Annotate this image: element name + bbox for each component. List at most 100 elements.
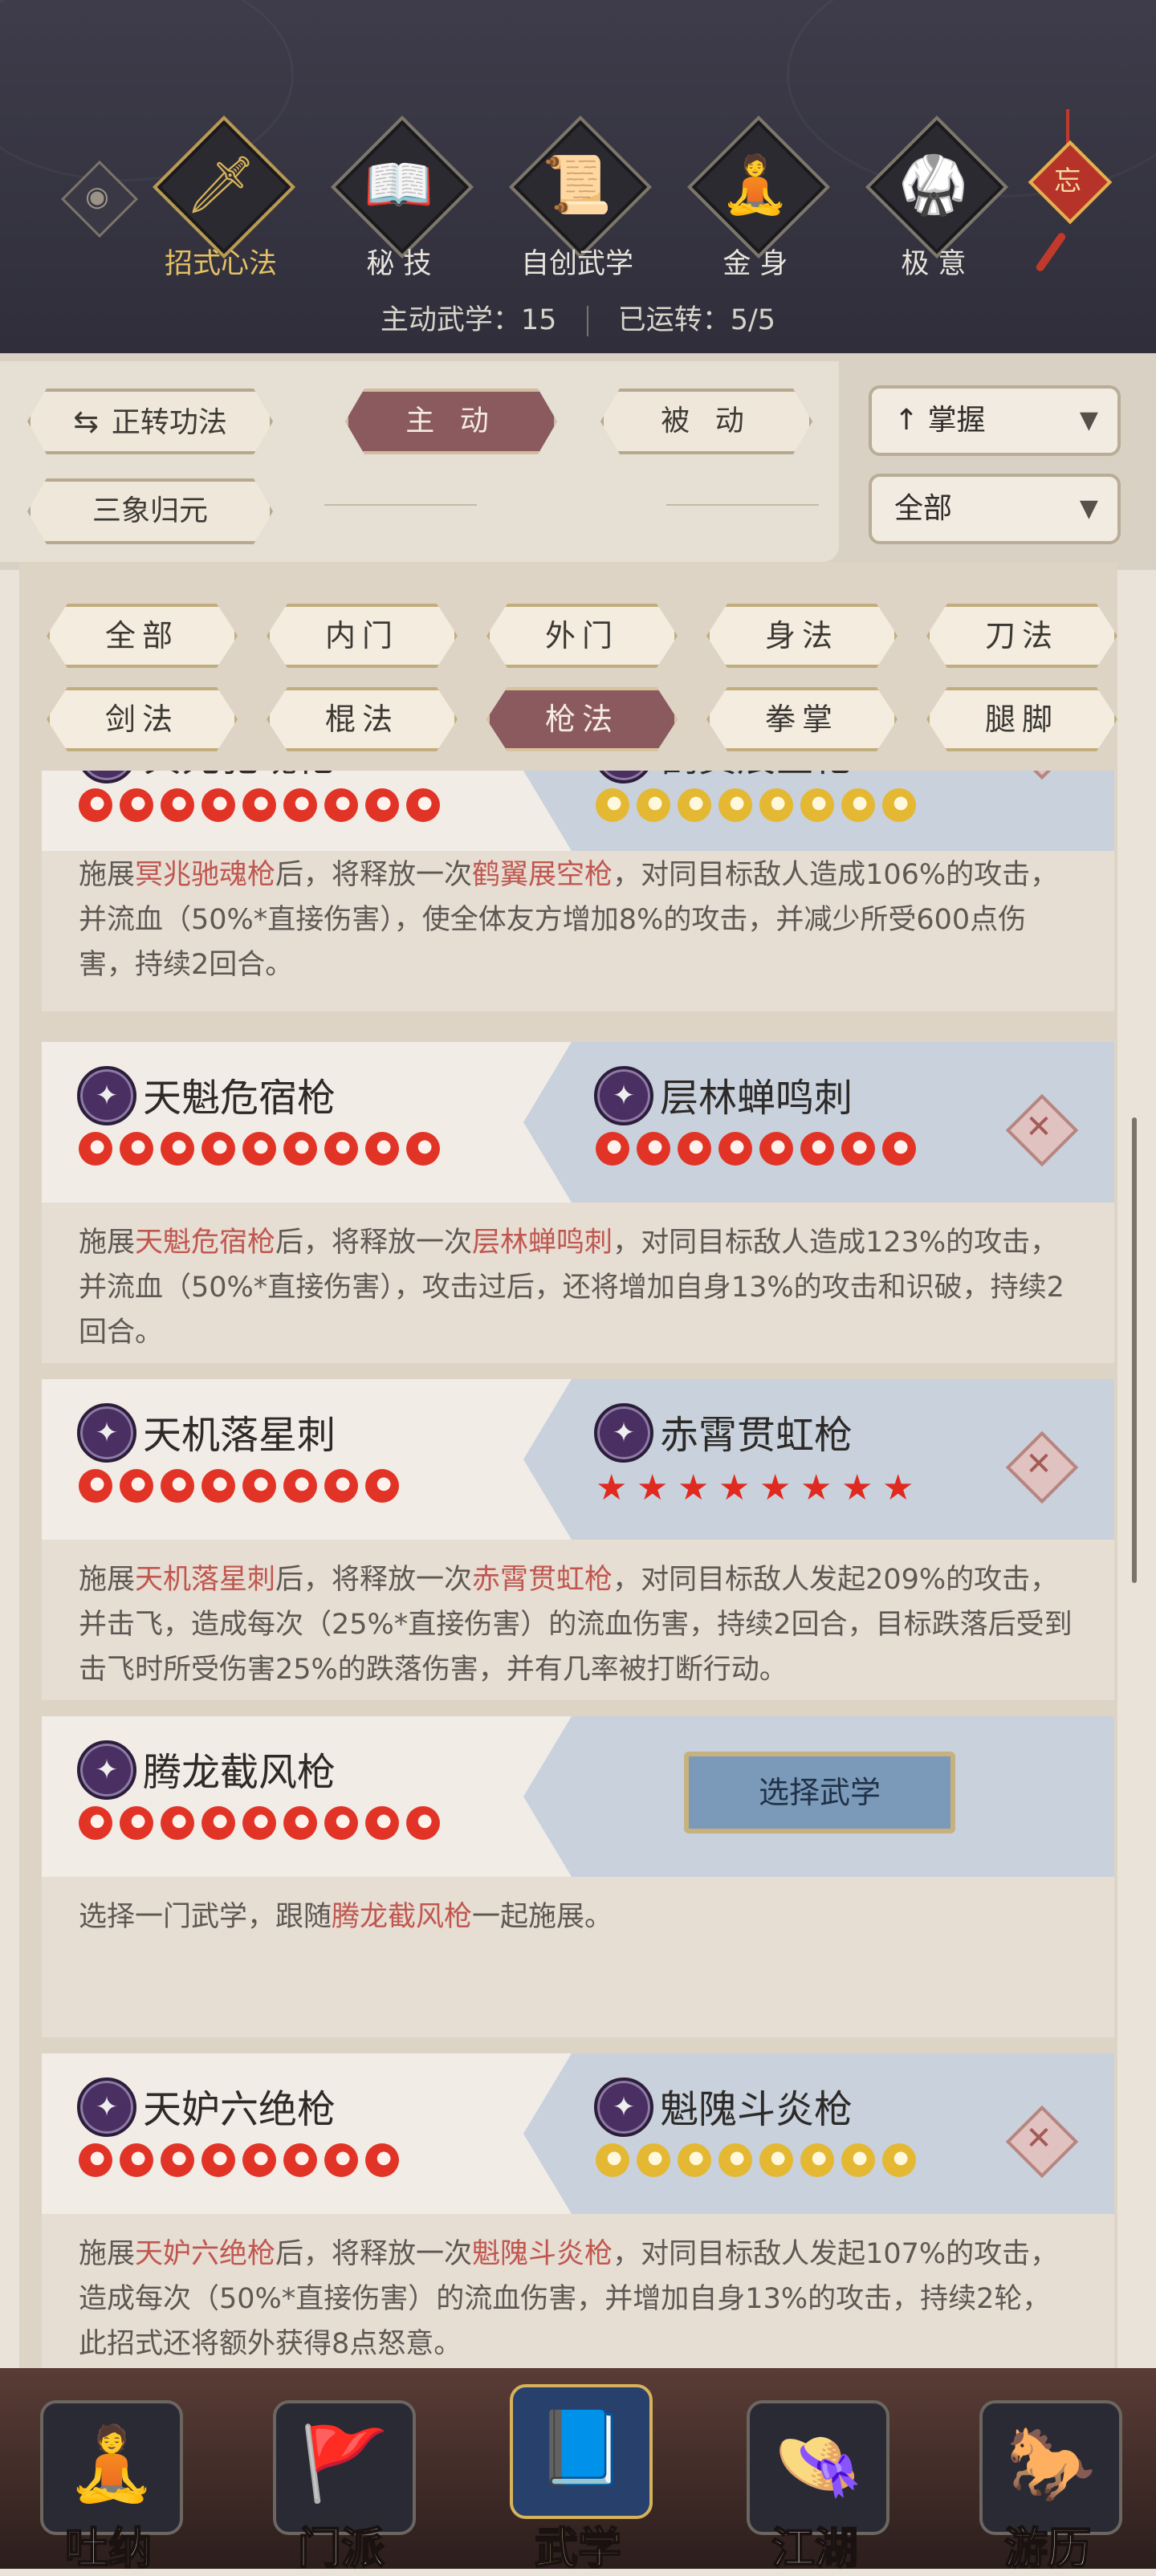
- remove-combo-button[interactable]: ✕: [1005, 771, 1079, 780]
- red-rank-orb-icon: [242, 1469, 276, 1503]
- red-rank-orb-icon: [161, 788, 194, 822]
- red-rank-orb-icon: [79, 2143, 112, 2177]
- nav-label: 门派: [297, 2522, 385, 2574]
- nav-breathing[interactable]: 🧘 吐纳: [32, 2392, 185, 2574]
- remove-combo-button[interactable]: ✕: [1005, 1093, 1079, 1167]
- list-scrollbar[interactable]: [1132, 1117, 1137, 1583]
- red-rank-orb-icon: [283, 2143, 317, 2177]
- gold-rank-orb-icon: [637, 788, 670, 822]
- follow-skill-name[interactable]: 层林蝉鸣刺: [660, 1066, 853, 1122]
- eye-icon: ◉: [85, 181, 109, 213]
- description-text: 后，将释放一次: [275, 2238, 473, 2270]
- combo-card: ✦ 冥兆驰魂枪 ✦ 鹤翼展空枪 ✕ 施展冥兆驰魂枪后，将释放一次鹤翼展空枪，对同…: [42, 771, 1114, 1011]
- category-sword[interactable]: 剑法: [47, 687, 238, 751]
- nav-sect[interactable]: 🚩 门派: [265, 2392, 417, 2574]
- straw-hat-icon: 👒: [772, 2422, 864, 2506]
- tab-label: 秘 技: [366, 248, 432, 280]
- red-rank-orb-icon: [365, 1806, 399, 1840]
- skill-rank: [79, 788, 447, 827]
- active-skills-tab[interactable]: 主 动: [345, 389, 557, 454]
- gold-rank-orb-icon: [759, 2143, 793, 2177]
- category-movement[interactable]: 身法: [706, 604, 898, 668]
- rank-star-icon: ★: [596, 1467, 628, 1508]
- close-icon: ✕: [1025, 2120, 1052, 2157]
- lead-skill-name[interactable]: 天魁危宿枪: [143, 1066, 336, 1122]
- gold-rank-orb-icon: [718, 2143, 752, 2177]
- red-rank-orb-icon: [161, 2143, 194, 2177]
- close-icon: ✕: [1005, 771, 1073, 774]
- red-rank-orb-icon: [161, 1132, 194, 1166]
- view-toggle-button[interactable]: ◉: [60, 160, 139, 238]
- chevron-down-icon: ▼: [1079, 406, 1098, 434]
- horse-icon: 🐎: [1005, 2422, 1097, 2506]
- lead-skill-name[interactable]: 冥兆驰魂枪: [143, 771, 336, 782]
- scope-dropdown[interactable]: 全部 ▼: [869, 474, 1121, 544]
- gold-rank-orb-icon: [678, 2143, 711, 2177]
- gold-rank-orb-icon: [841, 2143, 875, 2177]
- tab-self-created[interactable]: 📜 自创武学: [498, 115, 653, 289]
- select-martial-art-button[interactable]: 选择武学: [684, 1752, 955, 1833]
- red-rank-orb-icon: [365, 1469, 399, 1503]
- red-rank-orb-icon: [365, 2143, 399, 2177]
- red-rank-orb-icon: [406, 1806, 440, 1840]
- highlighted-skill-name: 鹤翼展空枪: [472, 859, 613, 891]
- rank-star-icon: ★: [718, 1467, 751, 1508]
- remove-combo-button[interactable]: ✕: [1005, 2105, 1079, 2179]
- category-outer[interactable]: 外门: [486, 604, 678, 668]
- category-blade[interactable]: 刀法: [926, 604, 1117, 668]
- highlighted-skill-name: 魁隗斗炎枪: [472, 2238, 613, 2270]
- tab-golden-body[interactable]: 🧘 金 身: [676, 115, 831, 289]
- forget-charm-button[interactable]: 忘: [1028, 109, 1113, 278]
- follow-skill-name[interactable]: 赤霄贯虹枪: [660, 1403, 853, 1459]
- highlighted-skill-name: 腾龙截风枪: [332, 1901, 473, 1933]
- lead-skill-name[interactable]: 天机落星刺: [143, 1403, 336, 1459]
- combo-description: 选择一门武学，跟随腾龙截风枪一起施展。: [79, 1894, 1074, 1939]
- follow-skill-name[interactable]: 魁隗斗炎枪: [660, 2077, 853, 2134]
- tab-secret-skills[interactable]: 📖 秘 技: [320, 115, 474, 289]
- highlighted-skill-name: 冥兆驰魂枪: [135, 859, 276, 891]
- nav-travel[interactable]: 🐎 游历: [971, 2392, 1124, 2574]
- passive-skills-tab[interactable]: 被 动: [600, 389, 812, 454]
- rank-star-icon: ★: [882, 1467, 914, 1508]
- category-spear[interactable]: 枪法: [486, 687, 678, 751]
- lead-skill-name[interactable]: 天妒六绝枪: [143, 2077, 336, 2134]
- category-staff[interactable]: 棍法: [267, 687, 458, 751]
- lead-skill-name[interactable]: 腾龙截风枪: [143, 1740, 336, 1797]
- red-rank-orb-icon: [120, 2143, 153, 2177]
- red-rank-orb-icon: [201, 2143, 235, 2177]
- nav-jianghu[interactable]: 👒 江湖: [739, 2392, 891, 2574]
- highlighted-skill-name: 赤霄贯虹枪: [472, 1564, 613, 1596]
- remove-combo-button[interactable]: ✕: [1005, 1430, 1079, 1504]
- martial-stance-icon: 🥋: [898, 152, 969, 218]
- tab-label: 招式心法: [164, 248, 277, 280]
- red-rank-orb-icon: [283, 1806, 317, 1840]
- spear-skill-icon: ✦: [77, 1740, 136, 1800]
- nav-label: 武学: [534, 2522, 622, 2574]
- nav-martial-arts[interactable]: 📘 武学: [502, 2376, 654, 2574]
- tab-moves-and-methods[interactable]: 🗡 招式心法: [141, 115, 296, 289]
- sanxiang-guiyuan-button[interactable]: 三象归元: [27, 478, 273, 544]
- red-rank-orb-icon: [841, 1132, 875, 1166]
- description-text: 施展: [79, 1564, 136, 1596]
- category-inner[interactable]: 内门: [267, 604, 458, 668]
- decorative-line: [324, 504, 477, 506]
- red-rank-orb-icon: [120, 1469, 153, 1503]
- description-text: 施展: [79, 1227, 136, 1259]
- category-fist-palm[interactable]: 拳掌: [706, 687, 898, 751]
- sort-dropdown[interactable]: ↑ 掌握 ▼: [869, 385, 1121, 456]
- follow-skill-name[interactable]: 鹤翼展空枪: [660, 771, 853, 782]
- description-text: 后，将释放一次: [275, 859, 473, 891]
- decorative-line: [666, 504, 819, 506]
- tab-ultimate[interactable]: 🥋 极 意: [854, 115, 1009, 289]
- skill-rank: [596, 2143, 923, 2182]
- arrow-up-icon: ↑: [894, 404, 919, 437]
- category-leg-kick[interactable]: 腿脚: [926, 687, 1117, 751]
- red-rank-orb-icon: [365, 788, 399, 822]
- sword-icon: 🗡: [185, 152, 257, 218]
- red-rank-orb-icon: [79, 788, 112, 822]
- monk-icon: 🧘: [66, 2422, 157, 2506]
- forward-technique-button[interactable]: ⇆ 正转功法: [27, 389, 273, 454]
- red-rank-orb-icon: [242, 788, 276, 822]
- combo-card: ✦ 天魁危宿枪 ✦ 层林蝉鸣刺 ✕ 施展天魁危宿枪后，将释放一次层林蝉鸣刺，对同…: [42, 1042, 1114, 1363]
- category-all[interactable]: 全部: [47, 604, 238, 668]
